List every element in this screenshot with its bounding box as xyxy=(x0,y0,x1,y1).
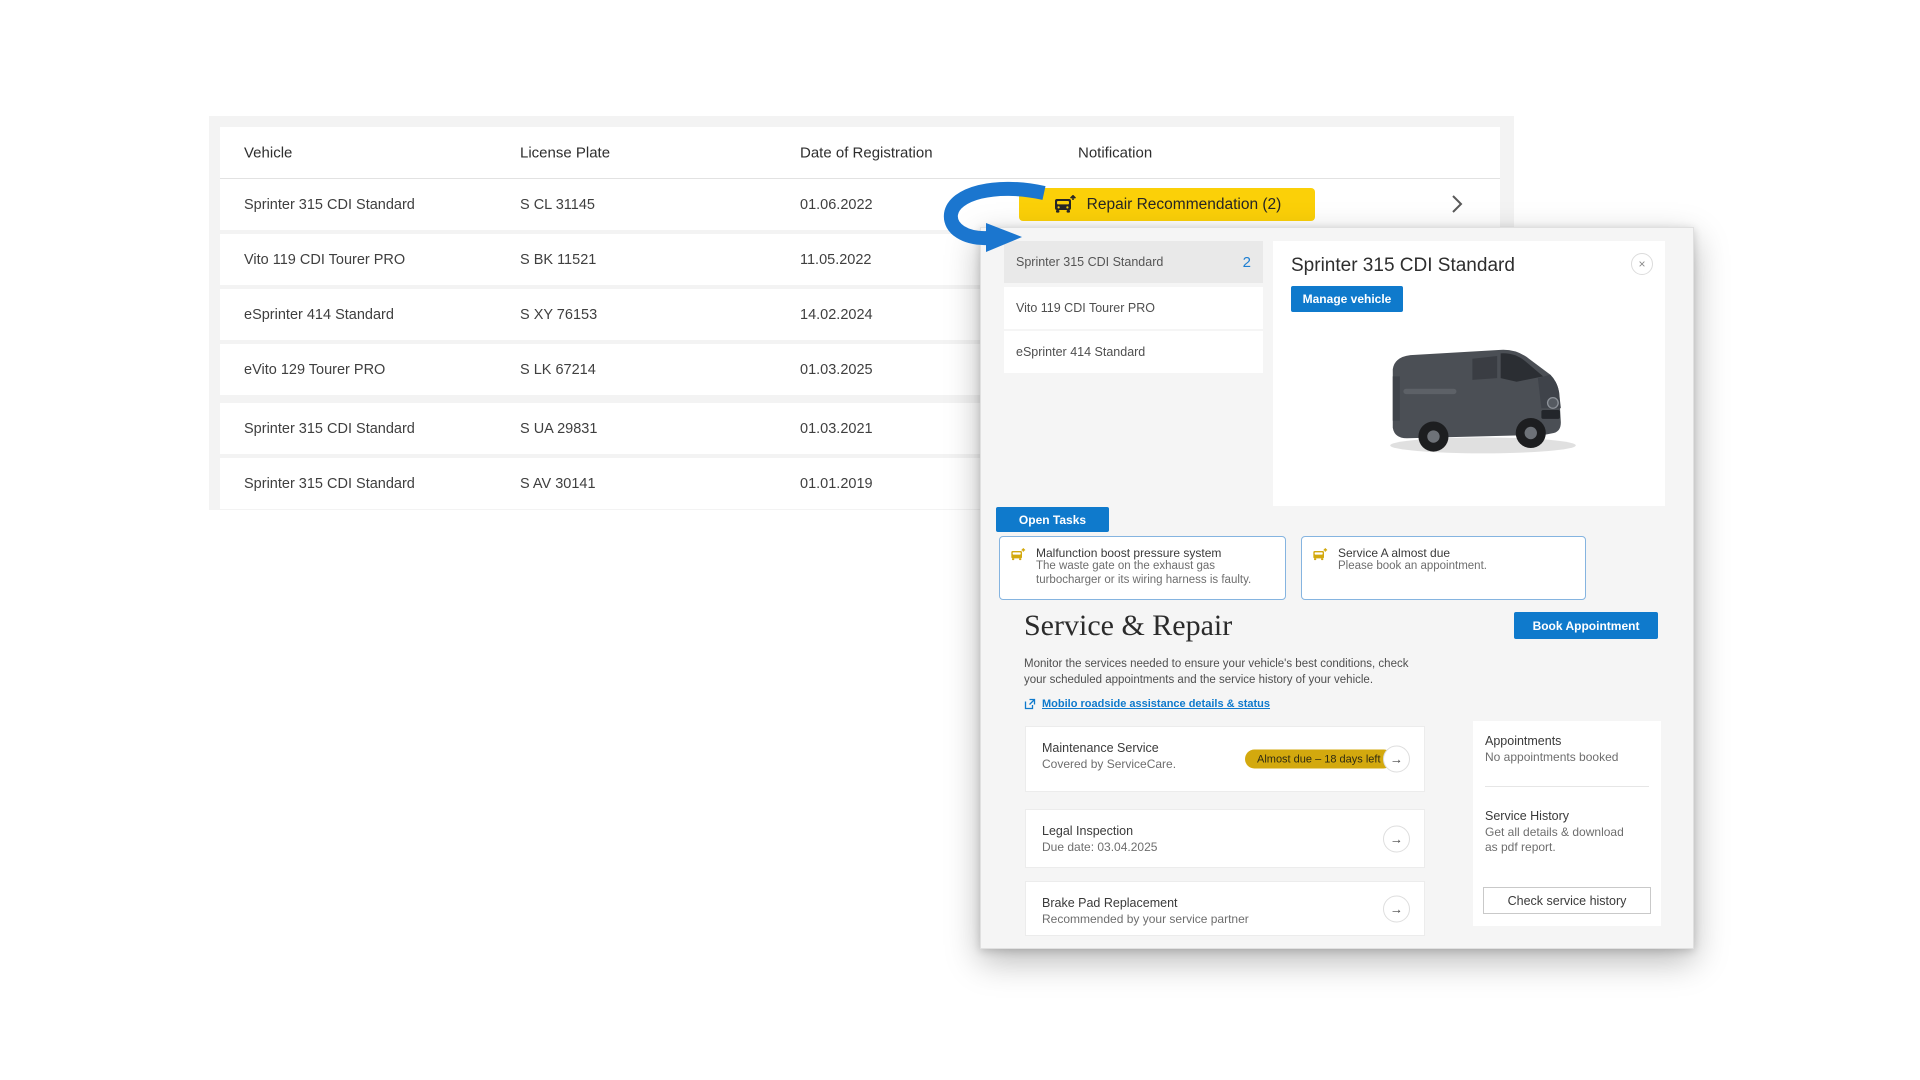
table-header-row: Vehicle License Plate Date of Registrati… xyxy=(220,127,1500,179)
task-body: Please book an appointment. xyxy=(1338,560,1575,574)
vehicle-name: Sprinter 315 CDI Standard xyxy=(244,421,415,437)
vehicle-card: Sprinter 315 CDI Standard × Manage vehic… xyxy=(1273,241,1665,506)
vehicle-list-label: Vito 119 CDI Tourer PRO xyxy=(1016,301,1155,315)
column-header-license-plate: License Plate xyxy=(520,144,610,161)
arrow-right-icon[interactable]: → xyxy=(1383,825,1410,852)
vehicle-name: eVito 129 Tourer PRO xyxy=(244,362,385,378)
card-subtitle: Due date: 03.04.2025 xyxy=(1042,840,1408,854)
license-plate: S XY 76153 xyxy=(520,307,597,323)
close-icon[interactable]: × xyxy=(1631,253,1653,275)
card-title: Brake Pad Replacement xyxy=(1042,896,1408,910)
task-body: The waste gate on the exhaust gas turboc… xyxy=(1036,560,1275,587)
vehicle-list-item-sprinter[interactable]: Sprinter 315 CDI Standard 2 xyxy=(1004,241,1263,283)
license-plate: S AV 30141 xyxy=(520,476,596,492)
open-task-count-badge: 2 xyxy=(1243,254,1251,271)
service-history-body: Get all details & download as pdf report… xyxy=(1485,825,1637,856)
vehicle-name: Sprinter 315 CDI Standard xyxy=(244,197,415,213)
chevron-right-icon[interactable] xyxy=(1450,193,1464,215)
repair-recommendation-label: Repair Recommendation (2) xyxy=(1087,196,1282,214)
arrow-right-icon[interactable]: → xyxy=(1383,746,1410,773)
vehicle-list-label: eSprinter 414 Standard xyxy=(1016,345,1145,359)
vehicle-name: eSprinter 414 Standard xyxy=(244,307,394,323)
book-appointment-button[interactable]: Book Appointment xyxy=(1514,612,1658,639)
card-title: Legal Inspection xyxy=(1042,824,1408,838)
vehicle-image xyxy=(1368,316,1598,481)
repair-recommendation-button[interactable]: Repair Recommendation (2) xyxy=(1019,188,1315,221)
section-description: Monitor the services needed to ensure yo… xyxy=(1024,656,1422,689)
section-title: Service & Repair xyxy=(1024,609,1232,643)
column-header-notification: Notification xyxy=(1078,144,1152,161)
mobilo-link[interactable]: Mobilo roadside assistance details & sta… xyxy=(1024,698,1270,710)
license-plate: S CL 31145 xyxy=(520,197,595,213)
van-icon xyxy=(1053,195,1077,215)
registration-date: 01.03.2021 xyxy=(800,421,873,437)
registration-date: 01.03.2025 xyxy=(800,362,873,378)
registration-date: 11.05.2022 xyxy=(800,252,872,268)
open-tasks-button[interactable]: Open Tasks xyxy=(996,507,1109,532)
license-plate: S LK 67214 xyxy=(520,362,596,378)
arrow-right-icon[interactable]: → xyxy=(1383,895,1410,922)
task-van-icon xyxy=(1010,548,1026,562)
vehicle-name: Vito 119 CDI Tourer PRO xyxy=(244,252,405,268)
task-card-malfunction[interactable]: Malfunction boost pressure system The wa… xyxy=(999,536,1286,600)
brake-pad-card[interactable]: Brake Pad Replacement Recommended by you… xyxy=(1025,881,1425,936)
column-header-vehicle: Vehicle xyxy=(244,144,292,161)
vehicle-detail-popup: Sprinter 315 CDI Standard 2 Vito 119 CDI… xyxy=(980,227,1694,949)
license-plate: S BK 11521 xyxy=(520,252,596,268)
appointments-body: No appointments booked xyxy=(1485,750,1637,766)
license-plate: S UA 29831 xyxy=(520,421,597,437)
task-card-service-a[interactable]: Service A almost due Please book an appo… xyxy=(1301,536,1586,600)
task-van-icon xyxy=(1312,548,1328,562)
table-row[interactable]: Sprinter 315 CDI Standard S CL 31145 01.… xyxy=(220,179,1500,230)
service-history-title: Service History xyxy=(1485,809,1649,823)
vehicle-list-item-esprinter[interactable]: eSprinter 414 Standard xyxy=(1004,331,1263,373)
registration-date: 01.01.2019 xyxy=(800,476,873,492)
task-title: Service A almost due xyxy=(1338,546,1575,560)
card-subtitle: Recommended by your service partner xyxy=(1042,912,1408,926)
check-service-history-button[interactable]: Check service history xyxy=(1483,887,1651,914)
registration-date: 01.06.2022 xyxy=(800,197,873,213)
vehicle-card-title: Sprinter 315 CDI Standard xyxy=(1291,255,1515,277)
vehicle-name: Sprinter 315 CDI Standard xyxy=(244,476,415,492)
registration-date: 14.02.2024 xyxy=(800,307,873,323)
vehicle-list-label: Sprinter 315 CDI Standard xyxy=(1016,255,1163,269)
column-header-date: Date of Registration xyxy=(800,144,933,161)
appointments-title: Appointments xyxy=(1485,734,1649,748)
almost-due-badge: Almost due – 18 days left xyxy=(1245,750,1393,769)
vehicle-list-item-vito[interactable]: Vito 119 CDI Tourer PRO xyxy=(1004,287,1263,329)
task-title: Malfunction boost pressure system xyxy=(1036,546,1275,560)
maintenance-service-card[interactable]: Maintenance Service Covered by ServiceCa… xyxy=(1025,726,1425,792)
external-link-icon xyxy=(1024,698,1036,710)
mobilo-link-label: Mobilo roadside assistance details & sta… xyxy=(1042,698,1270,710)
manage-vehicle-button[interactable]: Manage vehicle xyxy=(1291,286,1403,312)
appointments-history-card: Appointments No appointments booked Serv… xyxy=(1473,721,1661,926)
legal-inspection-card[interactable]: Legal Inspection Due date: 03.04.2025 → xyxy=(1025,809,1425,868)
divider xyxy=(1485,786,1649,787)
